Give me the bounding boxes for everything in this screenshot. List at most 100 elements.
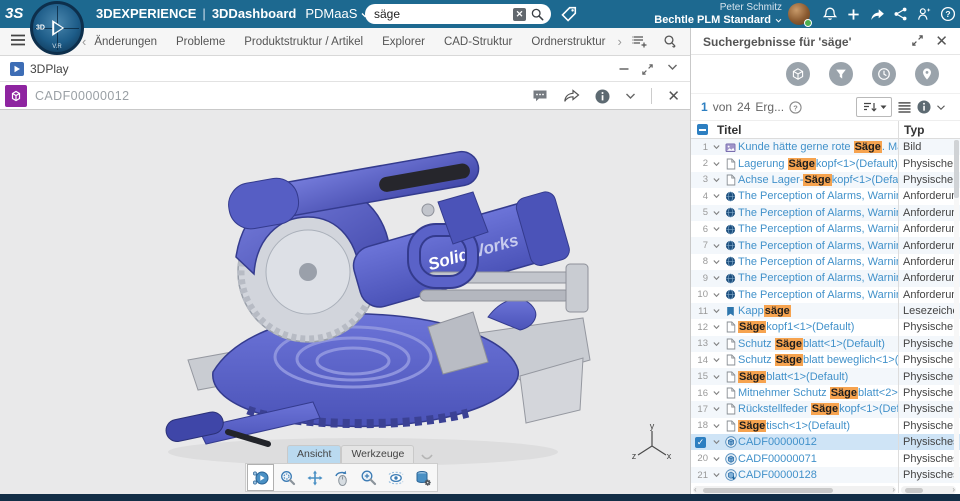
search-annotation-icon[interactable] <box>662 34 678 49</box>
result-title[interactable]: Kappsäge <box>738 305 898 317</box>
expand-chevron-icon[interactable] <box>710 323 723 331</box>
expand-chevron-icon[interactable] <box>710 389 723 397</box>
nav-tab-cad-struktur[interactable]: CAD-Struktur <box>444 36 512 48</box>
result-title[interactable]: The Perception of Alarms, Warnings, St <box>738 223 898 235</box>
saw-3d-model[interactable]: SolidWorks <box>128 122 598 482</box>
expand-chevron-icon[interactable] <box>710 160 723 168</box>
avatar[interactable] <box>788 3 810 25</box>
result-title[interactable]: The Perception of Alarms, Warnings, St <box>738 272 898 284</box>
expand-chevron-icon[interactable] <box>710 192 723 200</box>
result-title[interactable]: The Perception of Alarms, Warnings, St <box>738 240 898 252</box>
nav-tab-explorer[interactable]: Explorer <box>382 36 425 48</box>
result-title[interactable]: The Perception of Alarms, Warnings, St <box>738 207 898 219</box>
expand-chevron-icon[interactable] <box>710 176 723 184</box>
result-title[interactable]: Sägetisch<1>(Default) <box>738 420 898 432</box>
share-icon[interactable] <box>563 89 580 103</box>
minimize-icon[interactable] <box>618 63 630 75</box>
fullscreen-icon[interactable] <box>641 63 654 76</box>
recent-icon[interactable] <box>872 62 896 86</box>
result-row[interactable]: 20CADF00000071Physisches <box>691 450 960 466</box>
result-title[interactable]: CADF00000071 <box>738 453 898 465</box>
share-network-icon[interactable] <box>893 6 908 22</box>
typ-horizontal-scrollbar[interactable]: › <box>901 486 956 494</box>
result-row[interactable]: 3Achse Lager-Sägekopf<1>(Default)Physisc… <box>691 172 960 188</box>
expand-chevron-icon[interactable] <box>710 405 723 413</box>
nav-tab-produktstruktur-artikel[interactable]: Produktstruktur / Artikel <box>244 36 363 48</box>
result-row[interactable]: 12Sägekopf1<1>(Default)Physische P <box>691 319 960 335</box>
expand-chevron-icon[interactable] <box>710 373 723 381</box>
result-title[interactable]: Lagerung Sägekopf<1>(Default) <box>738 158 898 170</box>
nav-tab-ordnerstruktur[interactable]: Ordnerstruktur <box>531 36 605 48</box>
3d-model-icon[interactable] <box>786 62 810 86</box>
result-row[interactable]: 7The Perception of Alarms, Warnings, StA… <box>691 237 960 253</box>
result-row[interactable]: 13Schutz Sägeblatt<1>(Default)Physische … <box>691 336 960 352</box>
result-title[interactable]: Achse Lager-Sägekopf<1>(Default) <box>738 174 898 186</box>
add-icon[interactable] <box>846 7 861 22</box>
sort-button[interactable] <box>856 97 892 117</box>
result-title[interactable]: CADF00000128 <box>738 469 898 481</box>
add-to-list-icon[interactable] <box>632 34 648 49</box>
share-icon[interactable] <box>869 7 886 22</box>
result-title[interactable]: The Perception of Alarms, Warnings, St <box>738 190 898 202</box>
3d-viewer[interactable]: SolidWorks y x z <box>0 110 690 494</box>
chevron-down-icon[interactable] <box>625 92 636 100</box>
expand-panel-icon[interactable] <box>911 34 924 47</box>
result-title[interactable]: Schutz Sägeblatt beweglich<1>(Default) <box>738 354 898 366</box>
result-row[interactable]: 18Sägetisch<1>(Default)Physische P <box>691 418 960 434</box>
expand-chevron-icon[interactable] <box>710 422 723 430</box>
result-row[interactable]: ✓CADF00000012Physisches <box>691 434 960 450</box>
expand-chevron-icon[interactable] <box>710 438 723 446</box>
zoom-button[interactable] <box>355 464 382 491</box>
info-icon[interactable] <box>917 100 931 114</box>
result-row[interactable]: 14Schutz Sägeblatt beweglich<1>(Default)… <box>691 352 960 368</box>
3dexperience-compass-icon[interactable]: 3D V.R <box>30 1 84 55</box>
nav-tab-probleme[interactable]: Probleme <box>176 36 225 48</box>
play-button[interactable] <box>247 464 274 491</box>
assistant-icon[interactable] <box>916 6 932 22</box>
comments-icon[interactable] <box>532 89 548 103</box>
expand-chevron-icon[interactable] <box>710 209 723 217</box>
expand-chevron-icon[interactable] <box>710 225 723 233</box>
help-icon[interactable]: ? <box>940 6 956 22</box>
result-title[interactable]: Schutz Sägeblatt<1>(Default) <box>738 338 898 350</box>
result-row[interactable]: 5The Perception of Alarms, Warnings, StA… <box>691 205 960 221</box>
expand-chevron-icon[interactable] <box>710 307 723 315</box>
pan-button[interactable] <box>301 464 328 491</box>
result-title[interactable]: Sägekopf1<1>(Default) <box>738 321 898 333</box>
result-title[interactable]: The Perception of Alarms, Warnings, St <box>738 289 898 301</box>
result-row[interactable]: 10The Perception of Alarms, Warnings, St… <box>691 287 960 303</box>
rotate-button[interactable] <box>328 464 355 491</box>
expand-chevron-icon[interactable] <box>710 274 723 282</box>
select-all-checkbox[interactable] <box>697 124 708 135</box>
expand-chevron-icon[interactable] <box>710 340 723 348</box>
user-menu[interactable]: Peter Schmitz Bechtle PLM Standard <box>654 2 782 26</box>
result-row[interactable]: 17Rückstellfeder Sägekopf<1>(Default)Phy… <box>691 401 960 417</box>
filter-icon[interactable] <box>829 62 853 86</box>
result-title[interactable]: Mitnehmer Schutz Sägeblatt<2>(Defau <box>738 387 898 399</box>
result-row[interactable]: 16Mitnehmer Schutz Sägeblatt<2>(DefauPhy… <box>691 385 960 401</box>
result-row[interactable]: 9The Perception of Alarms, Warnings, StA… <box>691 270 960 286</box>
result-title[interactable]: Kunde hätte gerne rote Säge. Machbar <box>738 141 898 153</box>
collapse-toolbar-icon[interactable] <box>420 453 434 462</box>
scroll-tabs-right-icon[interactable]: › <box>617 34 621 49</box>
column-divider[interactable] <box>898 121 899 493</box>
data-settings-button[interactable] <box>409 464 436 491</box>
tab-werkzeuge[interactable]: Werkzeuge <box>341 445 414 463</box>
result-title[interactable]: Rückstellfeder Sägekopf<1>(Default) <box>738 403 898 415</box>
result-title[interactable]: The Perception of Alarms, Warnings, St <box>738 256 898 268</box>
examine-button[interactable] <box>382 464 409 491</box>
expand-chevron-icon[interactable] <box>710 143 723 151</box>
expand-chevron-icon[interactable] <box>710 291 723 299</box>
tab-ansicht[interactable]: Ansicht <box>287 445 341 463</box>
expand-chevron-icon[interactable] <box>710 471 723 479</box>
chevron-down-icon[interactable] <box>936 104 946 111</box>
close-panel-icon[interactable]: ✕ <box>935 32 948 50</box>
location-icon[interactable] <box>915 62 939 86</box>
result-row[interactable]: 15Sägeblatt<1>(Default)Physische P <box>691 368 960 384</box>
result-row[interactable]: 22Blechhalterung für Säge konstruierenTa… <box>691 483 960 485</box>
hamburger-menu-icon[interactable] <box>10 33 26 51</box>
notifications-icon[interactable] <box>822 6 838 22</box>
clear-search-icon[interactable]: ✕ <box>513 8 526 21</box>
result-row[interactable]: 11KappsägeLesezeichen <box>691 303 960 319</box>
result-row[interactable]: 6The Perception of Alarms, Warnings, StA… <box>691 221 960 237</box>
